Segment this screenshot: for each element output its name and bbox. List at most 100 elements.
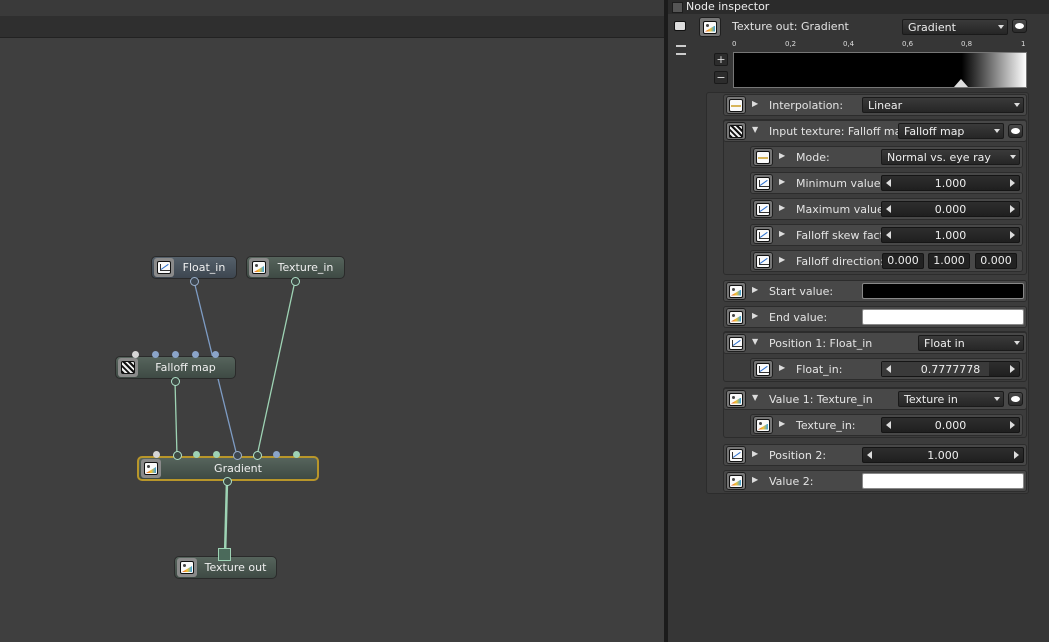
expand-arrow-icon[interactable]: ▶ <box>752 449 758 458</box>
mode-row: ▶ Mode: Normal vs. eye ray <box>750 146 1023 168</box>
expand-arrow-icon[interactable]: ▶ <box>779 419 785 428</box>
expand-arrow-icon[interactable]: ▶ <box>779 255 785 264</box>
gradient-input-port[interactable] <box>293 451 300 458</box>
gradient-tick: 0,8 <box>961 40 973 48</box>
value1-dropdown[interactable]: Texture in <box>898 391 1004 407</box>
gradient-tick: 0,2 <box>785 40 797 48</box>
direction-y-field[interactable]: 1.000 <box>928 253 970 269</box>
texture-in-spinner[interactable]: 0.000 <box>881 417 1020 433</box>
falloff-input-port[interactable] <box>172 351 179 358</box>
float-in-spinner[interactable]: 0.7777778 <box>881 361 1020 377</box>
start-color-swatch[interactable] <box>862 283 1024 299</box>
gradient-input-port[interactable] <box>233 451 242 460</box>
eye-icon[interactable] <box>1012 19 1027 33</box>
node-graph-canvas[interactable]: Float_in Texture_in Falloff map Gradient… <box>0 0 664 642</box>
add-stop-button[interactable]: + <box>714 53 728 66</box>
texture-icon <box>249 258 269 277</box>
float-in-row: ▶ Float_in: 0.7777778 <box>750 358 1023 380</box>
node-label: Texture_in <box>277 261 334 274</box>
interpolation-dropdown[interactable]: Linear <box>862 97 1024 113</box>
falloff-input-port[interactable] <box>212 351 219 358</box>
gradient-input-port[interactable] <box>253 451 262 460</box>
float-in-output-port[interactable] <box>190 277 199 286</box>
texture-icon[interactable] <box>726 472 746 490</box>
expand-arrow-icon[interactable]: ▶ <box>752 285 758 294</box>
falloff-input-port[interactable] <box>132 351 139 358</box>
layers-icon[interactable] <box>674 21 688 33</box>
enum-icon[interactable] <box>726 96 746 114</box>
value2-color-swatch[interactable] <box>862 473 1024 489</box>
gradient-output-port[interactable] <box>223 477 232 486</box>
falloff-icon[interactable] <box>726 122 746 140</box>
texture-in-output-port[interactable] <box>291 277 300 286</box>
collapse-arrow-icon[interactable]: ▼ <box>752 393 758 402</box>
increment-arrow-icon <box>1010 231 1015 239</box>
falloff-input-port[interactable] <box>192 351 199 358</box>
gradient-input-port[interactable] <box>193 451 200 458</box>
float-icon[interactable] <box>753 360 773 378</box>
eye-icon[interactable] <box>1008 392 1023 406</box>
collapse-arrow-icon[interactable]: ▼ <box>752 337 758 346</box>
input-texture-dropdown[interactable]: Falloff map <box>898 123 1004 139</box>
mode-dropdown[interactable]: Normal vs. eye ray <box>881 149 1020 165</box>
texture-out-input-port[interactable] <box>218 548 231 561</box>
falloff-skew-row: ▶ Falloff skew factor: 1.000 <box>750 224 1023 246</box>
collapse-arrow-icon[interactable]: ▼ <box>752 125 758 134</box>
gradient-editor[interactable] <box>733 52 1027 88</box>
texture-icon[interactable] <box>753 416 773 434</box>
float-icon[interactable] <box>753 252 773 270</box>
node-label: Falloff map <box>155 361 216 374</box>
float-icon <box>154 258 174 277</box>
chevron-down-icon <box>1014 103 1020 107</box>
expand-arrow-icon[interactable]: ▶ <box>779 203 785 212</box>
gradient-input-port[interactable] <box>273 451 280 458</box>
falloff-output-port[interactable] <box>171 377 180 386</box>
collapse-icon[interactable] <box>676 45 690 57</box>
texture-icon[interactable] <box>699 17 721 37</box>
float-icon[interactable] <box>726 334 746 352</box>
position2-spinner[interactable]: 1.000 <box>862 447 1024 463</box>
gradient-input-port[interactable] <box>213 451 220 458</box>
gradient-input-port[interactable] <box>173 451 182 460</box>
position1-dropdown[interactable]: Float in <box>918 335 1024 351</box>
float-icon[interactable] <box>753 174 773 192</box>
edge-gradient-to-texture-out <box>223 480 229 557</box>
float-checkbox[interactable] <box>672 2 683 13</box>
float-icon[interactable] <box>726 446 746 464</box>
expand-arrow-icon[interactable]: ▶ <box>752 99 758 108</box>
eye-icon[interactable] <box>1008 124 1023 138</box>
texture-in-node[interactable]: Texture_in <box>246 256 345 279</box>
float-icon[interactable] <box>753 200 773 218</box>
texture-icon[interactable] <box>726 390 746 408</box>
minimum-value-spinner[interactable]: 1.000 <box>881 175 1020 191</box>
node-type-dropdown[interactable]: Gradient <box>902 19 1008 35</box>
falloff-map-node[interactable]: Falloff map <box>115 356 236 379</box>
float-icon[interactable] <box>753 226 773 244</box>
enum-icon[interactable] <box>753 148 773 166</box>
end-color-swatch[interactable] <box>862 309 1024 325</box>
falloff-input-port[interactable] <box>152 351 159 358</box>
gradient-tick: 0 <box>732 40 737 48</box>
falloff-icon <box>118 358 138 377</box>
gradient-input-port[interactable] <box>153 451 160 458</box>
remove-stop-button[interactable]: − <box>714 71 728 84</box>
expand-arrow-icon[interactable]: ▶ <box>752 311 758 320</box>
direction-z-field[interactable]: 0.000 <box>975 253 1017 269</box>
expand-arrow-icon[interactable]: ▶ <box>779 177 785 186</box>
float-in-node[interactable]: Float_in <box>151 256 237 279</box>
expand-arrow-icon[interactable]: ▶ <box>779 229 785 238</box>
position2-row: ▶ Position 2: 1.000 <box>723 444 1027 466</box>
gradient-stop-marker[interactable] <box>954 79 968 87</box>
falloff-skew-spinner[interactable]: 1.000 <box>881 227 1020 243</box>
texture-icon[interactable] <box>726 282 746 300</box>
texture-in-row: ▶ Texture_in: 0.000 <box>750 414 1023 436</box>
increment-arrow-icon <box>1010 205 1015 213</box>
direction-x-field[interactable]: 0.000 <box>882 253 924 269</box>
expand-arrow-icon[interactable]: ▶ <box>752 475 758 484</box>
texture-icon[interactable] <box>726 308 746 326</box>
falloff-direction-row: ▶ Falloff direction: 0.000 1.000 0.000 <box>750 250 1023 272</box>
expand-arrow-icon[interactable]: ▶ <box>779 151 785 160</box>
maximum-value-spinner[interactable]: 0.000 <box>881 201 1020 217</box>
value2-row: ▶ Value 2: <box>723 470 1027 492</box>
expand-arrow-icon[interactable]: ▶ <box>779 363 785 372</box>
